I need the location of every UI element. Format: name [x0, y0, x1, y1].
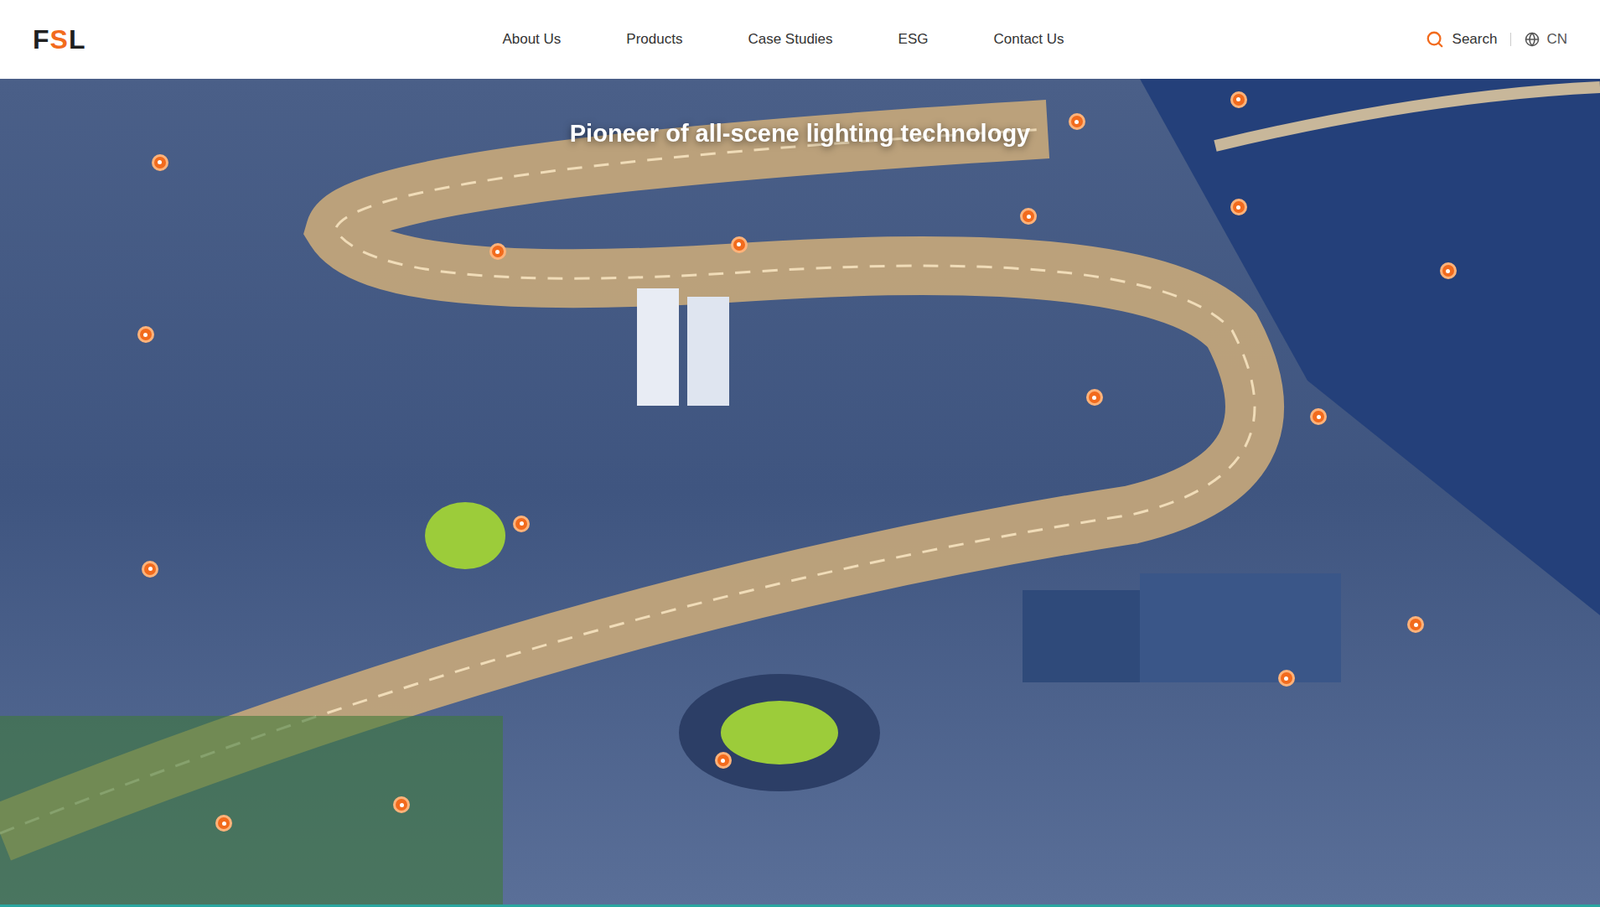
map-pin[interactable]	[137, 326, 155, 343]
map-pin[interactable]	[1278, 669, 1295, 687]
map-pin[interactable]	[141, 560, 159, 578]
pin-dot	[1413, 622, 1419, 627]
main-nav: About Us Products Case Studies ESG Contact U…	[284, 28, 1316, 51]
search-icon	[1425, 30, 1445, 49]
pin-dot	[1445, 269, 1450, 274]
pin-dot	[1074, 119, 1079, 125]
logo-letter: S	[50, 19, 69, 60]
logo-letter: L	[68, 19, 87, 60]
map-pin[interactable]	[1020, 207, 1037, 225]
pin-dot	[1092, 395, 1097, 400]
map-pin[interactable]	[1230, 91, 1248, 109]
divider	[1510, 32, 1512, 47]
hero-title: Pioneer of all-scene lighting technology	[0, 115, 1600, 153]
pin-dot	[1236, 97, 1241, 102]
pin-dot	[495, 249, 500, 254]
nav-item[interactable]: Case Studies	[747, 28, 833, 51]
header-tools: Search CN	[1315, 28, 1568, 51]
nav-item[interactable]: Contact Us	[993, 28, 1064, 51]
map-pin[interactable]	[714, 751, 732, 769]
pin-dot	[222, 821, 227, 826]
pin-dot	[148, 566, 153, 571]
logo-letter: F	[32, 19, 51, 60]
nav-item[interactable]: ESG	[898, 28, 929, 51]
map-pin[interactable]	[1310, 408, 1327, 425]
top-header: FSL About Us Products Case Studies ESG Contac…	[0, 0, 1600, 79]
globe-icon	[1524, 31, 1540, 47]
city-illustration	[0, 78, 1600, 907]
map-pin[interactable]	[512, 515, 530, 533]
pin-dot	[157, 160, 162, 165]
logo[interactable]: FSL	[32, 19, 285, 60]
pin-dot	[736, 242, 741, 247]
map-pin[interactable]	[1439, 262, 1457, 280]
pin-dot	[143, 332, 148, 337]
nav-item[interactable]: Products	[626, 28, 683, 51]
map-pin[interactable]	[730, 236, 748, 254]
hero-bottom-line	[0, 904, 1600, 907]
map-pin[interactable]	[1230, 198, 1248, 216]
pin-dot	[1284, 676, 1289, 681]
map-pin[interactable]	[1086, 388, 1103, 406]
pin-dot	[720, 758, 725, 763]
pin-dot	[1026, 214, 1031, 219]
nav-item[interactable]: About Us	[502, 28, 561, 51]
map-pin[interactable]	[1407, 616, 1424, 633]
pin-dot	[1236, 205, 1241, 210]
map-pin[interactable]	[151, 154, 169, 171]
pin-dot	[1316, 414, 1321, 420]
search-button[interactable]: Search	[1425, 28, 1498, 51]
pin-dot	[399, 802, 404, 808]
language-button[interactable]: CN	[1524, 28, 1568, 51]
hero: Pioneer of all-scene lighting technology	[0, 78, 1600, 907]
pin-dot	[519, 521, 524, 526]
page: FSL About Us Products Case Studies ESG Contac…	[0, 0, 1600, 907]
map-pin[interactable]	[1068, 113, 1086, 130]
